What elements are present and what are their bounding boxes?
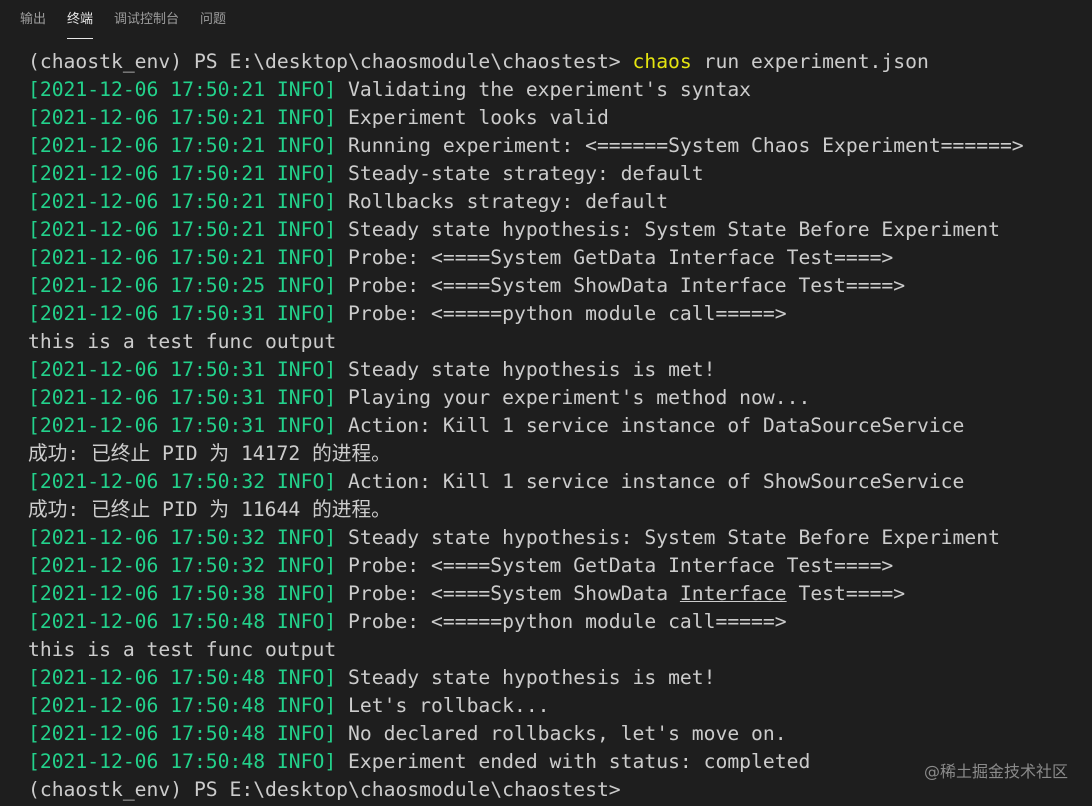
- log-message: Probe: <====System GetData Interface Tes…: [336, 554, 894, 577]
- log-message: Steady-state strategy: default: [336, 162, 704, 185]
- log-timestamp: [2021-12-06 17:50:21 INFO]: [28, 134, 337, 157]
- log-message: Running experiment: <======System Chaos …: [336, 134, 1024, 157]
- log-timestamp: [2021-12-06 17:50:21 INFO]: [28, 218, 337, 241]
- output-line: 成功: 已终止 PID 为 11644 的进程。: [28, 498, 391, 521]
- log-line: [2021-12-06 17:50:48 INFO] Steady state …: [28, 664, 1088, 692]
- log-line: [2021-12-06 17:50:32 INFO] Probe: <====S…: [28, 552, 1088, 580]
- log-line: [2021-12-06 17:50:31 INFO] Probe: <=====…: [28, 300, 1088, 328]
- terminal-output[interactable]: (chaostk_env) PS E:\desktop\chaosmodule\…: [28, 48, 1088, 804]
- panel-tabbar: 输出 终端 调试控制台 问题: [0, 0, 1092, 40]
- log-line: [2021-12-06 17:50:25 INFO] Probe: <====S…: [28, 272, 1088, 300]
- log-line: [2021-12-06 17:50:31 INFO] Action: Kill …: [28, 412, 1088, 440]
- log-message: Probe: <=====python module call=====>: [336, 610, 787, 633]
- log-message: Validating the experiment's syntax: [336, 78, 752, 101]
- log-timestamp: [2021-12-06 17:50:38 INFO]: [28, 582, 337, 605]
- log-timestamp: [2021-12-06 17:50:31 INFO]: [28, 302, 337, 325]
- log-message: No declared rollbacks, let's move on.: [336, 722, 787, 745]
- command-line: (chaostk_env) PS E:\desktop\chaosmodule\…: [28, 48, 1088, 76]
- log-timestamp: [2021-12-06 17:50:21 INFO]: [28, 246, 337, 269]
- log-timestamp: [2021-12-06 17:50:48 INFO]: [28, 694, 337, 717]
- log-timestamp: [2021-12-06 17:50:31 INFO]: [28, 358, 337, 381]
- log-timestamp: [2021-12-06 17:50:48 INFO]: [28, 722, 337, 745]
- log-message: Action: Kill 1 service instance of ShowS…: [336, 470, 965, 493]
- log-line: [2021-12-06 17:50:32 INFO] Action: Kill …: [28, 468, 1088, 496]
- log-message: Steady state hypothesis: System State Be…: [336, 526, 1000, 549]
- log-timestamp: [2021-12-06 17:50:21 INFO]: [28, 78, 337, 101]
- log-message: Action: Kill 1 service instance of DataS…: [336, 414, 965, 437]
- log-timestamp: [2021-12-06 17:50:32 INFO]: [28, 470, 337, 493]
- log-message-tail: Test====>: [786, 582, 906, 605]
- log-message: Playing your experiment's method now...: [336, 386, 811, 409]
- log-line: [2021-12-06 17:50:38 INFO] Probe: <====S…: [28, 580, 1088, 608]
- log-timestamp: [2021-12-06 17:50:31 INFO]: [28, 414, 337, 437]
- log-message: Probe: <====System GetData Interface Tes…: [336, 246, 894, 269]
- log-timestamp: [2021-12-06 17:50:48 INFO]: [28, 750, 337, 773]
- log-timestamp: [2021-12-06 17:50:21 INFO]: [28, 162, 337, 185]
- output-line: 成功: 已终止 PID 为 14172 的进程。: [28, 442, 391, 465]
- log-timestamp: [2021-12-06 17:50:31 INFO]: [28, 386, 337, 409]
- log-message: Experiment ended with status: completed: [336, 750, 811, 773]
- log-line: [2021-12-06 17:50:21 INFO] Experiment lo…: [28, 104, 1088, 132]
- command-args: run experiment.json: [691, 50, 929, 73]
- log-line: [2021-12-06 17:50:21 INFO] Steady-state …: [28, 160, 1088, 188]
- log-line: [2021-12-06 17:50:48 INFO] No declared r…: [28, 720, 1088, 748]
- log-timestamp: [2021-12-06 17:50:48 INFO]: [28, 610, 337, 633]
- log-message: Probe: <====System ShowData: [336, 582, 680, 605]
- log-line: [2021-12-06 17:50:21 INFO] Steady state …: [28, 216, 1088, 244]
- log-timestamp: [2021-12-06 17:50:21 INFO]: [28, 190, 337, 213]
- log-timestamp: [2021-12-06 17:50:21 INFO]: [28, 106, 337, 129]
- log-timestamp: [2021-12-06 17:50:32 INFO]: [28, 526, 337, 549]
- tab-debug-console[interactable]: 调试控制台: [114, 0, 179, 38]
- log-message: Experiment looks valid: [336, 106, 609, 129]
- log-message: Probe: <=====python module call=====>: [336, 302, 787, 325]
- log-line: [2021-12-06 17:50:21 INFO] Rollbacks str…: [28, 188, 1088, 216]
- output-line: this is a test func output: [28, 330, 337, 353]
- log-line: [2021-12-06 17:50:21 INFO] Probe: <====S…: [28, 244, 1088, 272]
- output-line: this is a test func output: [28, 638, 337, 661]
- hovered-link-text[interactable]: Interface: [680, 582, 787, 605]
- log-line: [2021-12-06 17:50:31 INFO] Playing your …: [28, 384, 1088, 412]
- log-timestamp: [2021-12-06 17:50:48 INFO]: [28, 666, 337, 689]
- log-timestamp: [2021-12-06 17:50:25 INFO]: [28, 274, 337, 297]
- log-message: Steady state hypothesis is met!: [336, 358, 716, 381]
- tab-terminal[interactable]: 终端: [67, 0, 94, 39]
- log-message: Let's rollback...: [336, 694, 550, 717]
- log-message: Steady state hypothesis: System State Be…: [336, 218, 1000, 241]
- tab-output[interactable]: 输出: [20, 0, 46, 38]
- log-message: Probe: <====System ShowData Interface Te…: [336, 274, 906, 297]
- log-message: Steady state hypothesis is met!: [336, 666, 716, 689]
- log-line: [2021-12-06 17:50:21 INFO] Running exper…: [28, 132, 1088, 160]
- log-message: Rollbacks strategy: default: [336, 190, 669, 213]
- log-line: [2021-12-06 17:50:21 INFO] Validating th…: [28, 76, 1088, 104]
- prompt-text: (chaostk_env) PS E:\desktop\chaosmodule\…: [28, 50, 633, 73]
- watermark: @稀土掘金技术社区: [923, 762, 1068, 781]
- command-name: chaos: [632, 50, 692, 73]
- log-line: [2021-12-06 17:50:31 INFO] Steady state …: [28, 356, 1088, 384]
- tab-problems[interactable]: 问题: [200, 0, 226, 38]
- log-line: [2021-12-06 17:50:32 INFO] Steady state …: [28, 524, 1088, 552]
- log-line: [2021-12-06 17:50:48 INFO] Let's rollbac…: [28, 692, 1088, 720]
- log-timestamp: [2021-12-06 17:50:32 INFO]: [28, 554, 337, 577]
- log-line: [2021-12-06 17:50:48 INFO] Probe: <=====…: [28, 608, 1088, 636]
